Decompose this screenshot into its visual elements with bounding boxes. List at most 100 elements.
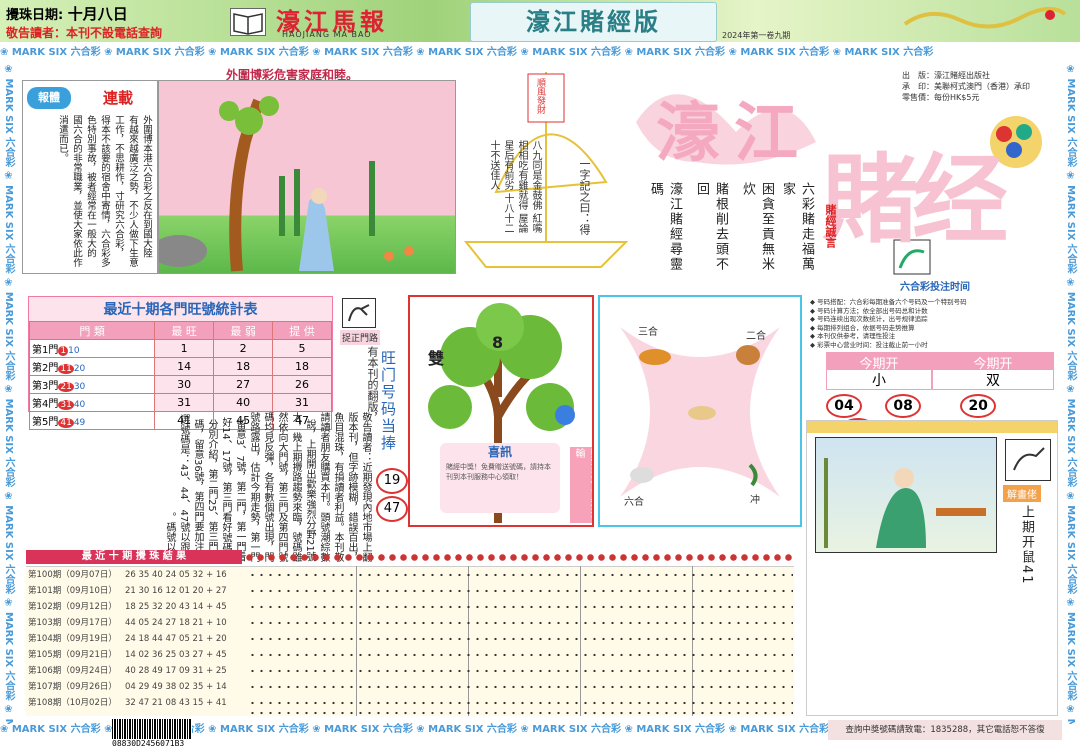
tree-panel: 雙 8 賭客迷們吉利通輸 喜訊 賭經中獎！免費贈送號碼，請持本刊到本刊服務中心領… [408,295,594,527]
hot-cell: 14 [154,357,215,376]
logo-slogan: 六合彩投注时间 [900,282,970,293]
poem-columns: 六彩賭走福萬家 困貪至貢無米炊 賭根削去頭不回 濠江賭經尋靈碼 [636,176,816,286]
parity-label: 今期开 [933,353,1053,372]
tree-label-left: 雙 [428,349,445,368]
give-cell: 26 [272,375,332,394]
door-label: 第5門 [32,417,59,428]
top-banner: 攪珠日期: 十月八日 敬告讀者：本刊不設電話查詢 濠江馬報 HAOJIANG M… [0,0,1080,42]
history-row: 第105期（09月21日） 14 02 36 25 03 27 + 45 [28,648,227,660]
jiehua-last: 上期开鼠41 [1019,505,1034,586]
history-dots [248,618,793,628]
notice-col: 珠，有損讀者利益。本刊 [332,442,343,552]
history-row: 第106期（09月24日） 40 28 49 17 09 31 + 25 [28,664,227,676]
logo-haojiang: 濠江 [656,97,812,171]
serial-col: 色特別事故，被者經常在一般大的 [85,115,96,258]
wang-title: 旺门号码当捧 [379,350,397,452]
this-period-size: 今期开 小 [826,352,932,390]
book-icon [230,8,266,36]
zodiac-panel: 三合 二合 六合 冲 [598,295,802,527]
serial-col: 得本不該要的宿舍中寄情，六合彩多 [99,115,110,267]
jiehua-icon [1005,439,1051,481]
sailboat-poem: 順風發財 八九同是金鼓佛 紅嘴相相吃有雞就得 屋論星后有前劣 十八十二十不送佳人… [456,62,636,277]
range-from: 11 [58,364,74,374]
zodiac-top-left: 三合 [638,327,658,338]
range-to: 20 [73,364,86,374]
history-dots [248,708,793,718]
serial-panel: 報體 連載 外圍博本港六合彩之反在到國大陸 有越來越廣泛之勢，不少人做下生意 工… [22,80,158,274]
give-cell: 31 [272,393,332,412]
dragon-emblem [900,4,1070,36]
history-period: 第102期（09月12日） [28,602,117,612]
stats-header: 最 弱 [213,321,274,340]
table-row: 第2門 11 20 14 18 18 [28,357,332,376]
notice-col: 敬告讀者：近期發現內地市場上 [360,412,371,552]
tip-line: ◆ 彩票中心营业时间：投注截止前一小时 [810,340,928,349]
publisher-line: 出 版：濠江賭經出版社 [902,71,990,80]
barcode-graphic [112,719,192,739]
history-numbers: 18 25 32 20 43 14 + 45 [124,602,227,612]
table-row: 第4門 31 40 31 40 31 [28,393,332,412]
tips-list: ◆ 号码搭配：六合彩每期准备六个号码及一个特别号码 ◆ 号码计算方法；依全部出号… [810,298,1060,354]
history-row: 第107期（09月26日） 04 29 49 38 02 35 + 14 [28,680,227,692]
history-numbers: 04 29 49 38 02 35 + 14 [124,682,227,692]
parity-value: 双 [986,373,1000,389]
history-numbers: 26 35 40 24 05 32 + 16 [124,570,227,580]
history-numbers: 24 18 44 47 05 21 + 20 [124,634,227,644]
door-label: 第3門 [32,381,59,392]
publisher-line: 承 印：美聯柯式澳門（香港）承印 [902,82,1030,91]
serial-col: 外圍博本港六合彩之反在到國大陸 [141,115,152,258]
publisher-line: 零售價：每份HK$5元 [902,93,980,102]
tip-line: ◆ 号码搭配：六合彩每期准备六个号码及一个特别号码 [810,298,967,306]
lucky-number: 08 [885,394,922,418]
history-title: 最 近 十 期 攪 珠 結 果 [26,550,242,564]
history-period: 第101期（09月10日） [28,586,117,596]
history-dots [248,698,793,708]
history-period: 第103期（09月17日） [28,618,117,628]
wang-number-1: 19 [376,468,408,494]
history-row: 第101期（09月10日） 21 30 16 12 01 20 + 27 [28,584,227,596]
jiehua-panel: 解畫佬 上期开鼠41 [806,420,1058,716]
poem-col: 賭根削去頭不回 [694,182,728,272]
hand-icon [342,298,376,328]
history-row: 第104期（09月19日） 24 18 44 47 05 21 + 20 [28,632,227,644]
notice-col: 14、17號，第三門看好 [220,426,231,532]
zhengmen-label: 捉正門路 [340,330,381,345]
stats-title: 最近十期各門旺號統計表 [103,302,258,318]
verse: 八九同是金鼓佛 [530,140,541,210]
history-period: 第108期（10月02日） [28,698,117,708]
history-dots [248,634,793,644]
tip-line: ◆ 每期排列组合，依据号码走势推算 [810,323,915,332]
logo-dujing: 賭经 [822,144,1008,256]
logo-subtitle: 賭經誠言 [824,204,837,248]
this-period-parity: 今期开 双 [932,352,1054,390]
history-row: 第102期（09月12日） 18 25 32 20 43 14 + 45 [28,600,227,612]
jiehua-topbar [807,421,1057,433]
hot-cell: 30 [154,375,215,394]
tip-line: ◆ 号码计算方法；依全部出号码总和计数 [810,306,928,315]
brand-en: HAOJIANG MA BAO [282,30,372,39]
history-dots [248,570,793,580]
left-strip: ❀ MARK SIX 六合彩 ❀ MARK SIX 六合彩 ❀ MARK SIX… [3,64,14,724]
jiehua-illustration [815,437,997,553]
phone-notice: 敬告讀者：本刊不設電話查詢 [6,26,163,40]
boat-sign: 順風發財 [535,78,545,114]
history-dots [248,586,793,596]
history-numbers: 40 28 49 17 09 31 + 25 [124,666,227,676]
size-label: 今期开 [827,353,931,372]
right-strip: ❀ MARK SIX 六合彩 ❀ MARK SIX 六合彩 ❀ MARK SIX… [1065,64,1076,724]
zodiac-top-right: 二合 [746,331,766,342]
serial-col: 消遣而已。 [57,115,68,163]
history-header-balls [244,553,792,562]
tip-line: ◆ 号码连续出现次数统计，出号规律追踪 [810,315,928,323]
history-period: 第106期（09月24日） [28,666,117,676]
history-period: 第107期（09月26日） [28,682,117,692]
news-box: 喜訊 賭經中獎！免費贈送號碼，請持本刊到本刊服務中心領取！ [440,443,560,513]
weak-cell: 40 [213,393,274,412]
size-value: 小 [872,373,886,389]
range-from: 31 [58,400,74,410]
history-numbers: 32 47 21 08 43 15 + 41 [124,698,227,708]
notice-columns: 敬告讀者：近期發現內地市場上翻版本刊，但字跡模糊，錯誤百出，魚目混珠，有損讀者利… [72,412,372,562]
notice-col: 36號，第四門要加注 [192,459,203,552]
serial-col: 工作，不思耕作，寸研究六合彩， [113,115,124,258]
history-numbers: 44 05 24 27 18 21 + 10 [124,618,227,628]
